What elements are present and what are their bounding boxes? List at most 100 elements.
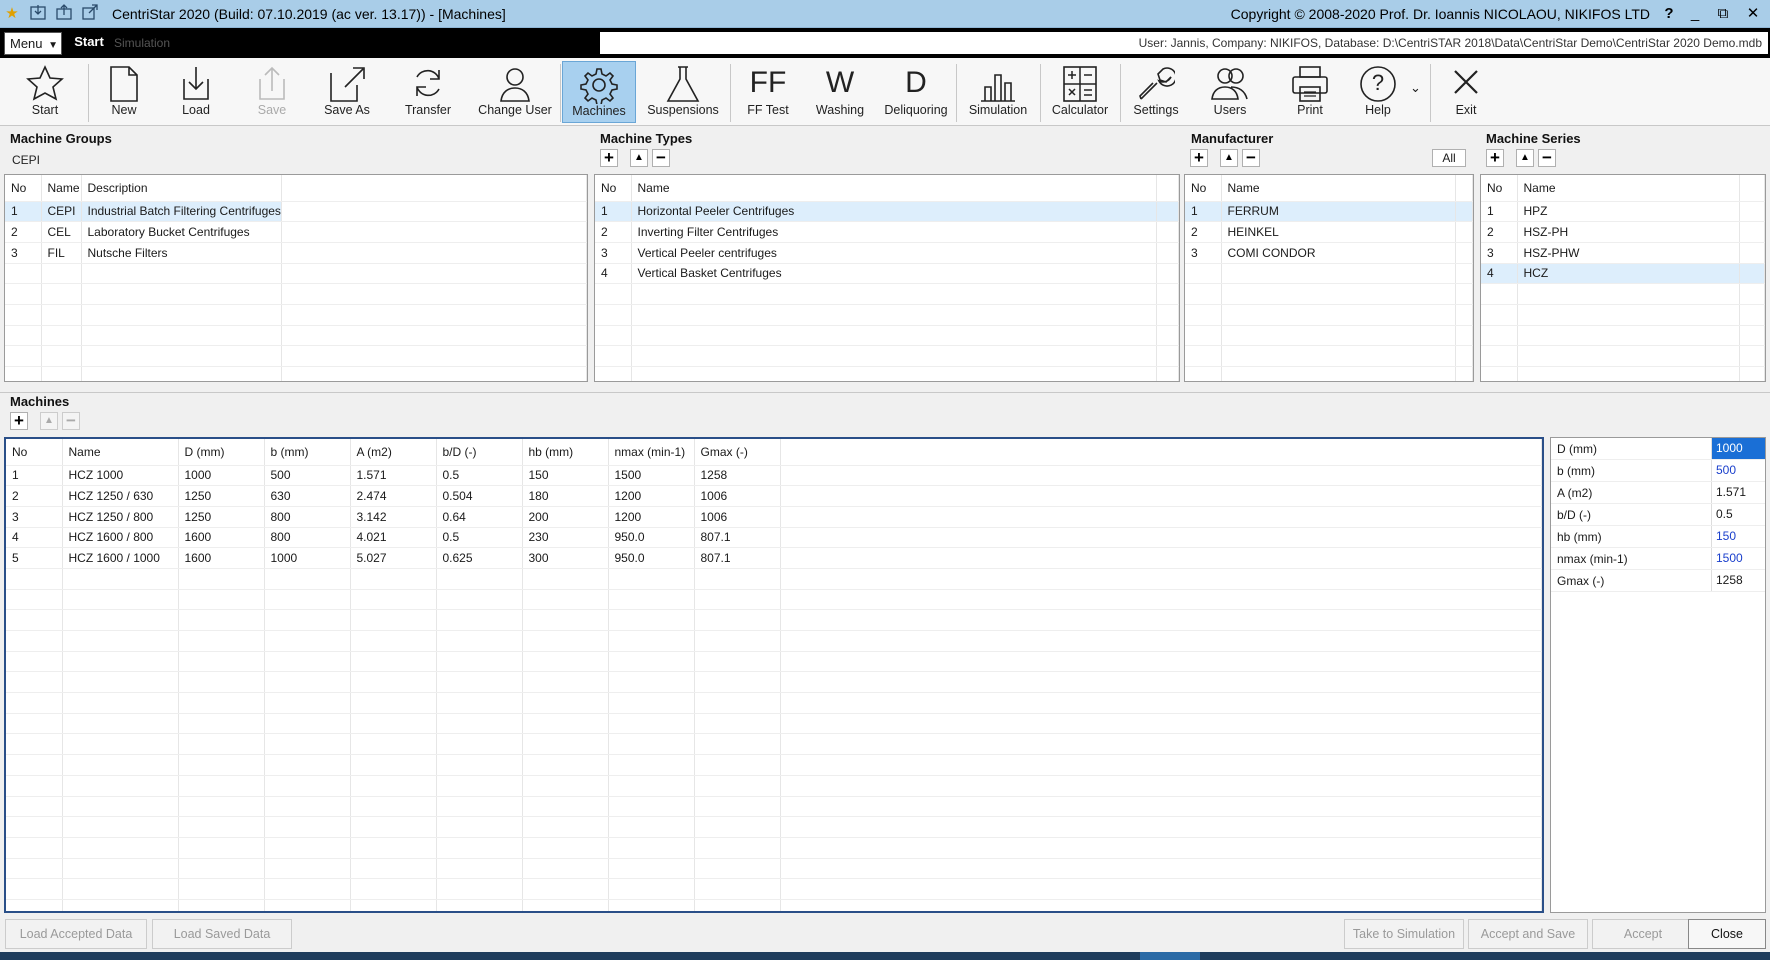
table-row[interactable]: 5 HCZ 1600 / 1000 1600 1000 5.027 0.625 300 950… — [6, 547, 1542, 569]
quick-saveas-icon[interactable] — [80, 4, 100, 24]
restore-button[interactable]: ⧉ — [1710, 3, 1736, 25]
table-row[interactable]: 3 FIL Nutsche Filters — [5, 242, 587, 264]
ff-test-tool-button[interactable]: FF FF Test — [736, 61, 800, 123]
help-tool-button[interactable]: ? Help — [1350, 61, 1406, 123]
washing-tool-button[interactable]: W Washing — [808, 61, 872, 123]
column-header[interactable]: No — [595, 175, 632, 202]
machines-grid[interactable]: No Name D (mm) b (mm) A (m2) b/D (-) hb (mm) nm… — [4, 437, 1544, 913]
help-window-button[interactable]: ? — [1656, 3, 1682, 25]
move-up-series-button[interactable]: ▲ — [1516, 149, 1534, 167]
column-header[interactable]: A (m2) — [350, 439, 437, 466]
property-row[interactable]: b/D (-) 0.5 — [1551, 504, 1765, 526]
suspensions-tool-button[interactable]: Suspensions — [642, 61, 724, 123]
property-value[interactable]: 0.5 — [1711, 504, 1765, 525]
add-manufacturer-button[interactable]: + — [1190, 149, 1208, 167]
table-row[interactable]: 3 Vertical Peeler centrifuges — [595, 242, 1179, 264]
table-row[interactable]: 1 FERRUM — [1185, 201, 1473, 223]
table-row[interactable]: 1 HCZ 1000 1000 500 1.571 0.5 150 1500 1258 — [6, 465, 1542, 487]
column-header[interactable]: D (mm) — [178, 439, 265, 466]
column-header[interactable]: Name — [631, 175, 1157, 202]
accept-and-save-button[interactable]: Accept and Save — [1468, 919, 1588, 949]
property-row[interactable]: hb (mm) 150 — [1551, 526, 1765, 548]
quick-save-icon[interactable] — [54, 4, 74, 24]
close-button[interactable]: Close — [1688, 919, 1766, 949]
property-row[interactable]: D (mm) 1000 — [1551, 438, 1765, 460]
column-header[interactable]: Name — [1517, 175, 1741, 202]
column-header[interactable]: No — [5, 175, 42, 202]
all-manufacturers-button[interactable]: All — [1432, 149, 1466, 167]
accept-button[interactable]: Accept — [1592, 919, 1694, 949]
column-header[interactable]: No — [6, 439, 63, 466]
table-row[interactable]: 4 HCZ — [1481, 263, 1765, 285]
property-value[interactable]: 1500 — [1711, 548, 1765, 569]
table-row[interactable]: 1 Horizontal Peeler Centrifuges — [595, 201, 1179, 223]
machine-series-grid[interactable]: No Name 1 HPZ 2 HSZ-PH 3 HSZ-PHW 4 HCZ — [1480, 174, 1766, 382]
add-series-button[interactable]: + — [1486, 149, 1504, 167]
calculator-tool-button[interactable]: Calculator — [1044, 61, 1116, 123]
change-user-tool-button[interactable]: Change User — [474, 61, 556, 123]
property-value[interactable]: 1000 — [1711, 438, 1765, 459]
property-value[interactable]: 1.571 — [1711, 482, 1765, 503]
start-tool-button[interactable]: Start — [6, 61, 84, 123]
column-header[interactable]: hb (mm) — [522, 439, 609, 466]
take-to-simulation-button[interactable]: Take to Simulation — [1344, 919, 1464, 949]
remove-series-button[interactable]: − — [1538, 149, 1556, 167]
remove-type-button[interactable]: − — [652, 149, 670, 167]
load-tool-button[interactable]: Load — [166, 61, 226, 123]
column-header[interactable]: b/D (-) — [436, 439, 523, 466]
table-row[interactable]: 2 HSZ-PH — [1481, 221, 1765, 243]
move-up-manufacturer-button[interactable]: ▲ — [1220, 149, 1238, 167]
table-row[interactable]: 3 COMI CONDOR — [1185, 242, 1473, 264]
property-row[interactable]: A (m2) 1.571 — [1551, 482, 1765, 504]
column-header[interactable]: No — [1481, 175, 1518, 202]
move-up-machine-button[interactable]: ▲ — [40, 412, 58, 430]
machine-groups-grid[interactable]: No Name Description 1 CEPI Industrial Batch F… — [4, 174, 588, 382]
move-up-type-button[interactable]: ▲ — [630, 149, 648, 167]
remove-manufacturer-button[interactable]: − — [1242, 149, 1260, 167]
property-row[interactable]: b (mm) 500 — [1551, 460, 1765, 482]
simulation-tool-button[interactable]: Simulation — [960, 61, 1036, 123]
table-row[interactable]: 2 Inverting Filter Centrifuges — [595, 221, 1179, 243]
transfer-tool-button[interactable]: Transfer — [394, 61, 462, 123]
close-window-button[interactable]: ✕ — [1740, 3, 1766, 25]
table-row[interactable]: 3 HSZ-PHW — [1481, 242, 1765, 264]
print-tool-button[interactable]: Print — [1280, 61, 1340, 123]
column-header[interactable]: Name — [1221, 175, 1456, 202]
column-header[interactable]: No — [1185, 175, 1222, 202]
add-machine-button[interactable]: + — [10, 412, 28, 430]
column-header[interactable]: Gmax (-) — [694, 439, 781, 466]
property-value[interactable]: 1258 — [1711, 570, 1765, 591]
save-tool-button[interactable]: Save — [242, 61, 302, 123]
column-header[interactable]: Name — [41, 175, 82, 202]
table-row[interactable]: 3 HCZ 1250 / 800 1250 800 3.142 0.64 200 1200 10… — [6, 506, 1542, 528]
tab-start[interactable]: Start — [66, 28, 112, 58]
menu-dropdown[interactable]: Menu ▼ — [4, 32, 62, 55]
machine-types-grid[interactable]: No Name 1 Horizontal Peeler Centrifuges 2 Inv… — [594, 174, 1180, 382]
manufacturer-grid[interactable]: No Name 1 FERRUM 2 HEINKEL 3 COMI CONDOR — [1184, 174, 1474, 382]
settings-tool-button[interactable]: Settings — [1124, 61, 1188, 123]
column-header[interactable]: b (mm) — [264, 439, 351, 466]
exit-tool-button[interactable]: Exit — [1440, 61, 1492, 123]
tab-simulation[interactable]: Simulation — [114, 28, 204, 58]
property-row[interactable]: nmax (min-1) 1500 — [1551, 548, 1765, 570]
property-value[interactable]: 150 — [1711, 526, 1765, 547]
load-accepted-data-button[interactable]: Load Accepted Data — [5, 919, 147, 949]
add-type-button[interactable]: + — [600, 149, 618, 167]
table-row[interactable]: 4 HCZ 1600 / 800 1600 800 4.021 0.5 230 950.0 80… — [6, 527, 1542, 549]
property-value[interactable]: 500 — [1711, 460, 1765, 481]
table-row[interactable]: 2 HCZ 1250 / 630 1250 630 2.474 0.504 180 1200 1… — [6, 485, 1542, 507]
load-saved-data-button[interactable]: Load Saved Data — [152, 919, 292, 949]
column-header[interactable]: Name — [62, 439, 179, 466]
chevron-down-icon[interactable]: ⌄ — [1410, 80, 1421, 96]
minimize-button[interactable]: _ — [1682, 3, 1708, 25]
users-tool-button[interactable]: Users — [1198, 61, 1262, 123]
remove-machine-button[interactable]: − — [62, 412, 80, 430]
column-header[interactable]: Description — [81, 175, 282, 202]
deliquoring-tool-button[interactable]: D Deliquoring — [878, 61, 954, 123]
quick-load-icon[interactable] — [28, 4, 48, 24]
table-row[interactable]: 4 Vertical Basket Centrifuges — [595, 263, 1179, 285]
table-row[interactable]: 1 CEPI Industrial Batch Filtering Centrifu… — [5, 201, 587, 223]
table-row[interactable]: 2 HEINKEL — [1185, 221, 1473, 243]
table-row[interactable]: 1 HPZ — [1481, 201, 1765, 223]
save-as-tool-button[interactable]: Save As — [314, 61, 380, 123]
